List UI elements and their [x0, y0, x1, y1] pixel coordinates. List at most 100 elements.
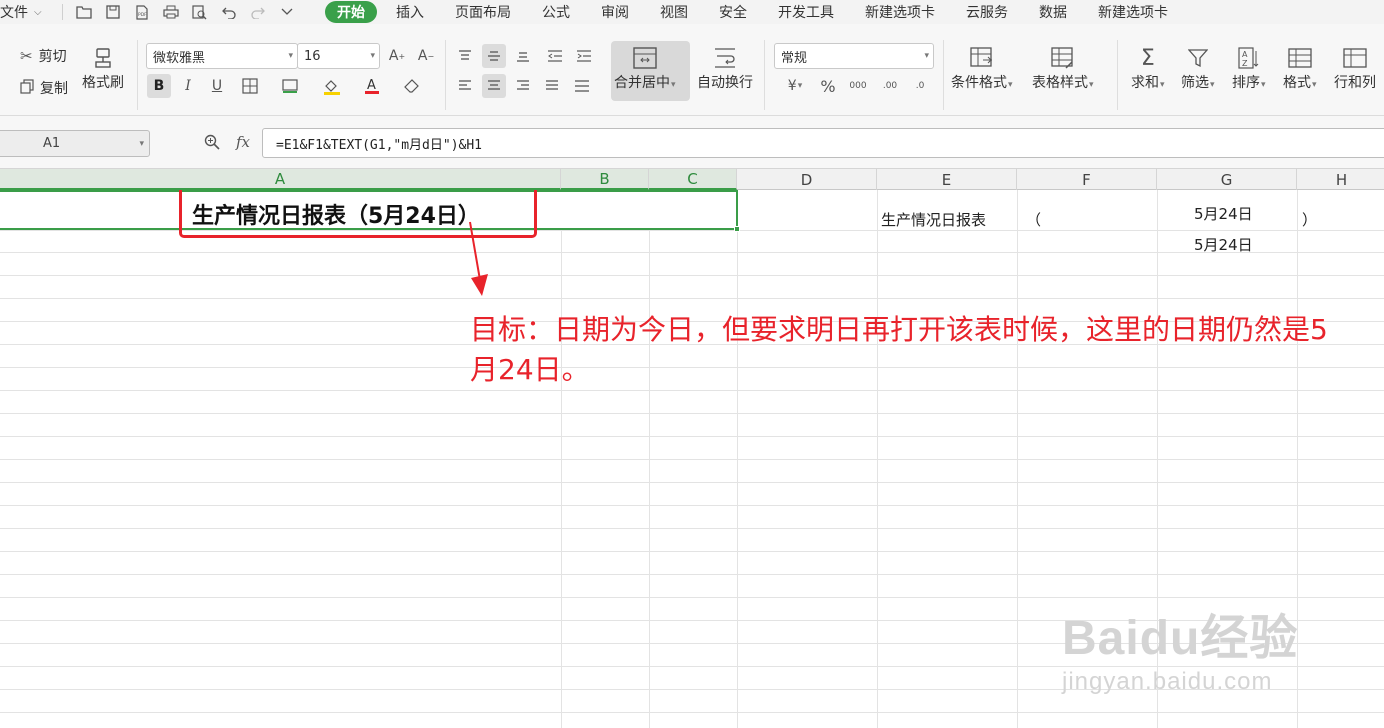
- svg-text:Z: Z: [1242, 59, 1248, 68]
- tab-data[interactable]: 数据: [1039, 2, 1067, 22]
- name-box[interactable]: A1 ▾: [0, 130, 150, 157]
- row-line: [0, 482, 1384, 483]
- column-header-d[interactable]: D: [737, 169, 877, 190]
- file-menu[interactable]: 文件 ⌵: [0, 2, 56, 22]
- percent-button[interactable]: %: [816, 74, 840, 98]
- funnel-icon: [1183, 44, 1213, 72]
- copy-button[interactable]: 复制: [20, 78, 68, 98]
- fill-handle[interactable]: [734, 226, 740, 232]
- increase-decimal-icon[interactable]: .00: [878, 74, 902, 98]
- align-top-icon[interactable]: [453, 44, 477, 68]
- tab-security[interactable]: 安全: [719, 2, 747, 22]
- align-right-icon[interactable]: [511, 74, 535, 98]
- borders-icon[interactable]: [238, 74, 262, 98]
- cell-g2[interactable]: 5月24日: [1194, 234, 1253, 255]
- tab-developer[interactable]: 开发工具: [778, 2, 834, 22]
- tab-insert[interactable]: 插入: [396, 2, 424, 22]
- cut-button[interactable]: ✂ 剪切: [20, 46, 67, 66]
- fill-pattern-icon[interactable]: [278, 74, 302, 98]
- number-format-select[interactable]: 常规 ▾: [774, 43, 934, 69]
- divider: [943, 40, 944, 110]
- font-name-value: 微软雅黑: [153, 50, 206, 66]
- tab-page-layout[interactable]: 页面布局: [455, 2, 511, 22]
- cell-h1[interactable]: ）: [1302, 209, 1317, 230]
- divider: [1117, 40, 1118, 110]
- decrease-font-icon[interactable]: A −: [414, 44, 438, 68]
- row-line: [0, 298, 1384, 299]
- annotation-text: 目标：日期为今日，但要求明日再打开该表时候，这里的日期仍然是5月24日。: [470, 313, 1328, 386]
- sum-button[interactable]: Σ 求和▾: [1131, 44, 1165, 92]
- sigma-icon: Σ: [1140, 45, 1155, 71]
- row-line: [0, 574, 1384, 575]
- decrease-decimal-icon[interactable]: .0: [908, 74, 932, 98]
- spreadsheet-grid[interactable]: 生产情况日报表（5月24日） 生产情况日报表 （ 5月24日 ） 5月24日 目…: [0, 190, 1384, 728]
- row-col-button[interactable]: 行和列: [1334, 44, 1376, 92]
- export-pdf-icon[interactable]: PDF: [127, 1, 156, 23]
- col-line: [649, 230, 650, 728]
- align-center-icon[interactable]: [482, 74, 506, 98]
- save-icon[interactable]: [98, 1, 127, 23]
- chevron-down-icon: ▾: [1008, 80, 1013, 90]
- table-style-button[interactable]: 表格样式▾: [1032, 44, 1094, 92]
- quick-access-toolbar: PDF: [69, 1, 301, 23]
- filter-button[interactable]: 筛选▾: [1181, 44, 1215, 92]
- tab-new-tab-1[interactable]: 新建选项卡: [865, 2, 935, 22]
- column-header-e[interactable]: E: [877, 169, 1017, 190]
- cell-g1[interactable]: 5月24日: [1194, 203, 1253, 224]
- sort-button[interactable]: AZ 排序▾: [1232, 44, 1266, 92]
- cell-f1[interactable]: （: [1026, 209, 1041, 230]
- column-header-f[interactable]: F: [1017, 169, 1157, 190]
- increase-indent-icon[interactable]: [572, 44, 596, 68]
- thousands-separator-icon[interactable]: 000: [846, 74, 870, 98]
- column-header-h[interactable]: H: [1297, 169, 1384, 190]
- chevron-down-icon: ▾: [1160, 80, 1165, 90]
- currency-icon[interactable]: ¥ ▾: [780, 74, 810, 98]
- eraser-icon[interactable]: [400, 74, 424, 98]
- column-header-g[interactable]: G: [1157, 169, 1297, 190]
- font-name-select[interactable]: 微软雅黑 ▾: [146, 43, 298, 69]
- undo-icon[interactable]: [214, 1, 243, 23]
- format-painter-button[interactable]: 格式刷: [82, 44, 124, 92]
- increase-font-icon[interactable]: A +: [385, 44, 409, 68]
- align-middle-icon[interactable]: [482, 44, 506, 68]
- font-color-icon[interactable]: A: [360, 74, 384, 98]
- chevron-down-icon: ▾: [1210, 80, 1215, 90]
- scissors-icon: ✂: [20, 47, 33, 65]
- justify-icon[interactable]: [540, 74, 564, 98]
- tab-formulas[interactable]: 公式: [542, 2, 570, 22]
- font-size-select[interactable]: 16 ▾: [297, 43, 380, 69]
- bold-button[interactable]: B: [147, 74, 171, 98]
- fill-color-icon[interactable]: [320, 74, 344, 98]
- zoom-search-icon[interactable]: [204, 134, 220, 154]
- redo-icon[interactable]: [243, 1, 272, 23]
- chevron-down-icon: ▾: [139, 139, 144, 149]
- formula-input[interactable]: =E1&F1&TEXT(G1,"m月d日")&H1: [262, 128, 1384, 158]
- underline-button[interactable]: U: [205, 74, 229, 98]
- print-icon[interactable]: [156, 1, 185, 23]
- print-preview-icon[interactable]: [185, 1, 214, 23]
- distributed-align-icon[interactable]: [570, 74, 594, 98]
- tab-home[interactable]: 开始: [325, 1, 377, 23]
- ribbon-toolbar: ✂ 剪切 复制 格式刷 微软雅黑 ▾ 16 ▾ A+ A− B I U A: [0, 24, 1384, 116]
- column-header-a[interactable]: A: [0, 169, 561, 190]
- cell-e1[interactable]: 生产情况日报表: [881, 209, 986, 230]
- format-button[interactable]: 格式▾: [1283, 44, 1317, 92]
- column-header-c[interactable]: C: [649, 169, 737, 190]
- conditional-format-button[interactable]: 条件格式▾: [951, 44, 1013, 92]
- wrap-text-button[interactable]: 自动换行: [697, 44, 753, 92]
- merge-center-button[interactable]: 合并居中▾: [614, 44, 676, 92]
- italic-button[interactable]: I: [176, 74, 200, 98]
- conditional-format-icon: [967, 44, 997, 72]
- tab-view[interactable]: 视图: [660, 2, 688, 22]
- row-line: [0, 505, 1384, 506]
- tab-new-tab-2[interactable]: 新建选项卡: [1098, 2, 1168, 22]
- insert-function-button[interactable]: fx: [236, 133, 250, 151]
- decrease-indent-icon[interactable]: [543, 44, 567, 68]
- tab-cloud-service[interactable]: 云服务: [966, 2, 1008, 22]
- customize-toolbar-icon[interactable]: [272, 1, 301, 23]
- align-left-icon[interactable]: [453, 74, 477, 98]
- tab-review[interactable]: 审阅: [601, 2, 629, 22]
- open-folder-icon[interactable]: [69, 1, 98, 23]
- column-header-b[interactable]: B: [561, 169, 649, 190]
- align-bottom-icon[interactable]: [511, 44, 535, 68]
